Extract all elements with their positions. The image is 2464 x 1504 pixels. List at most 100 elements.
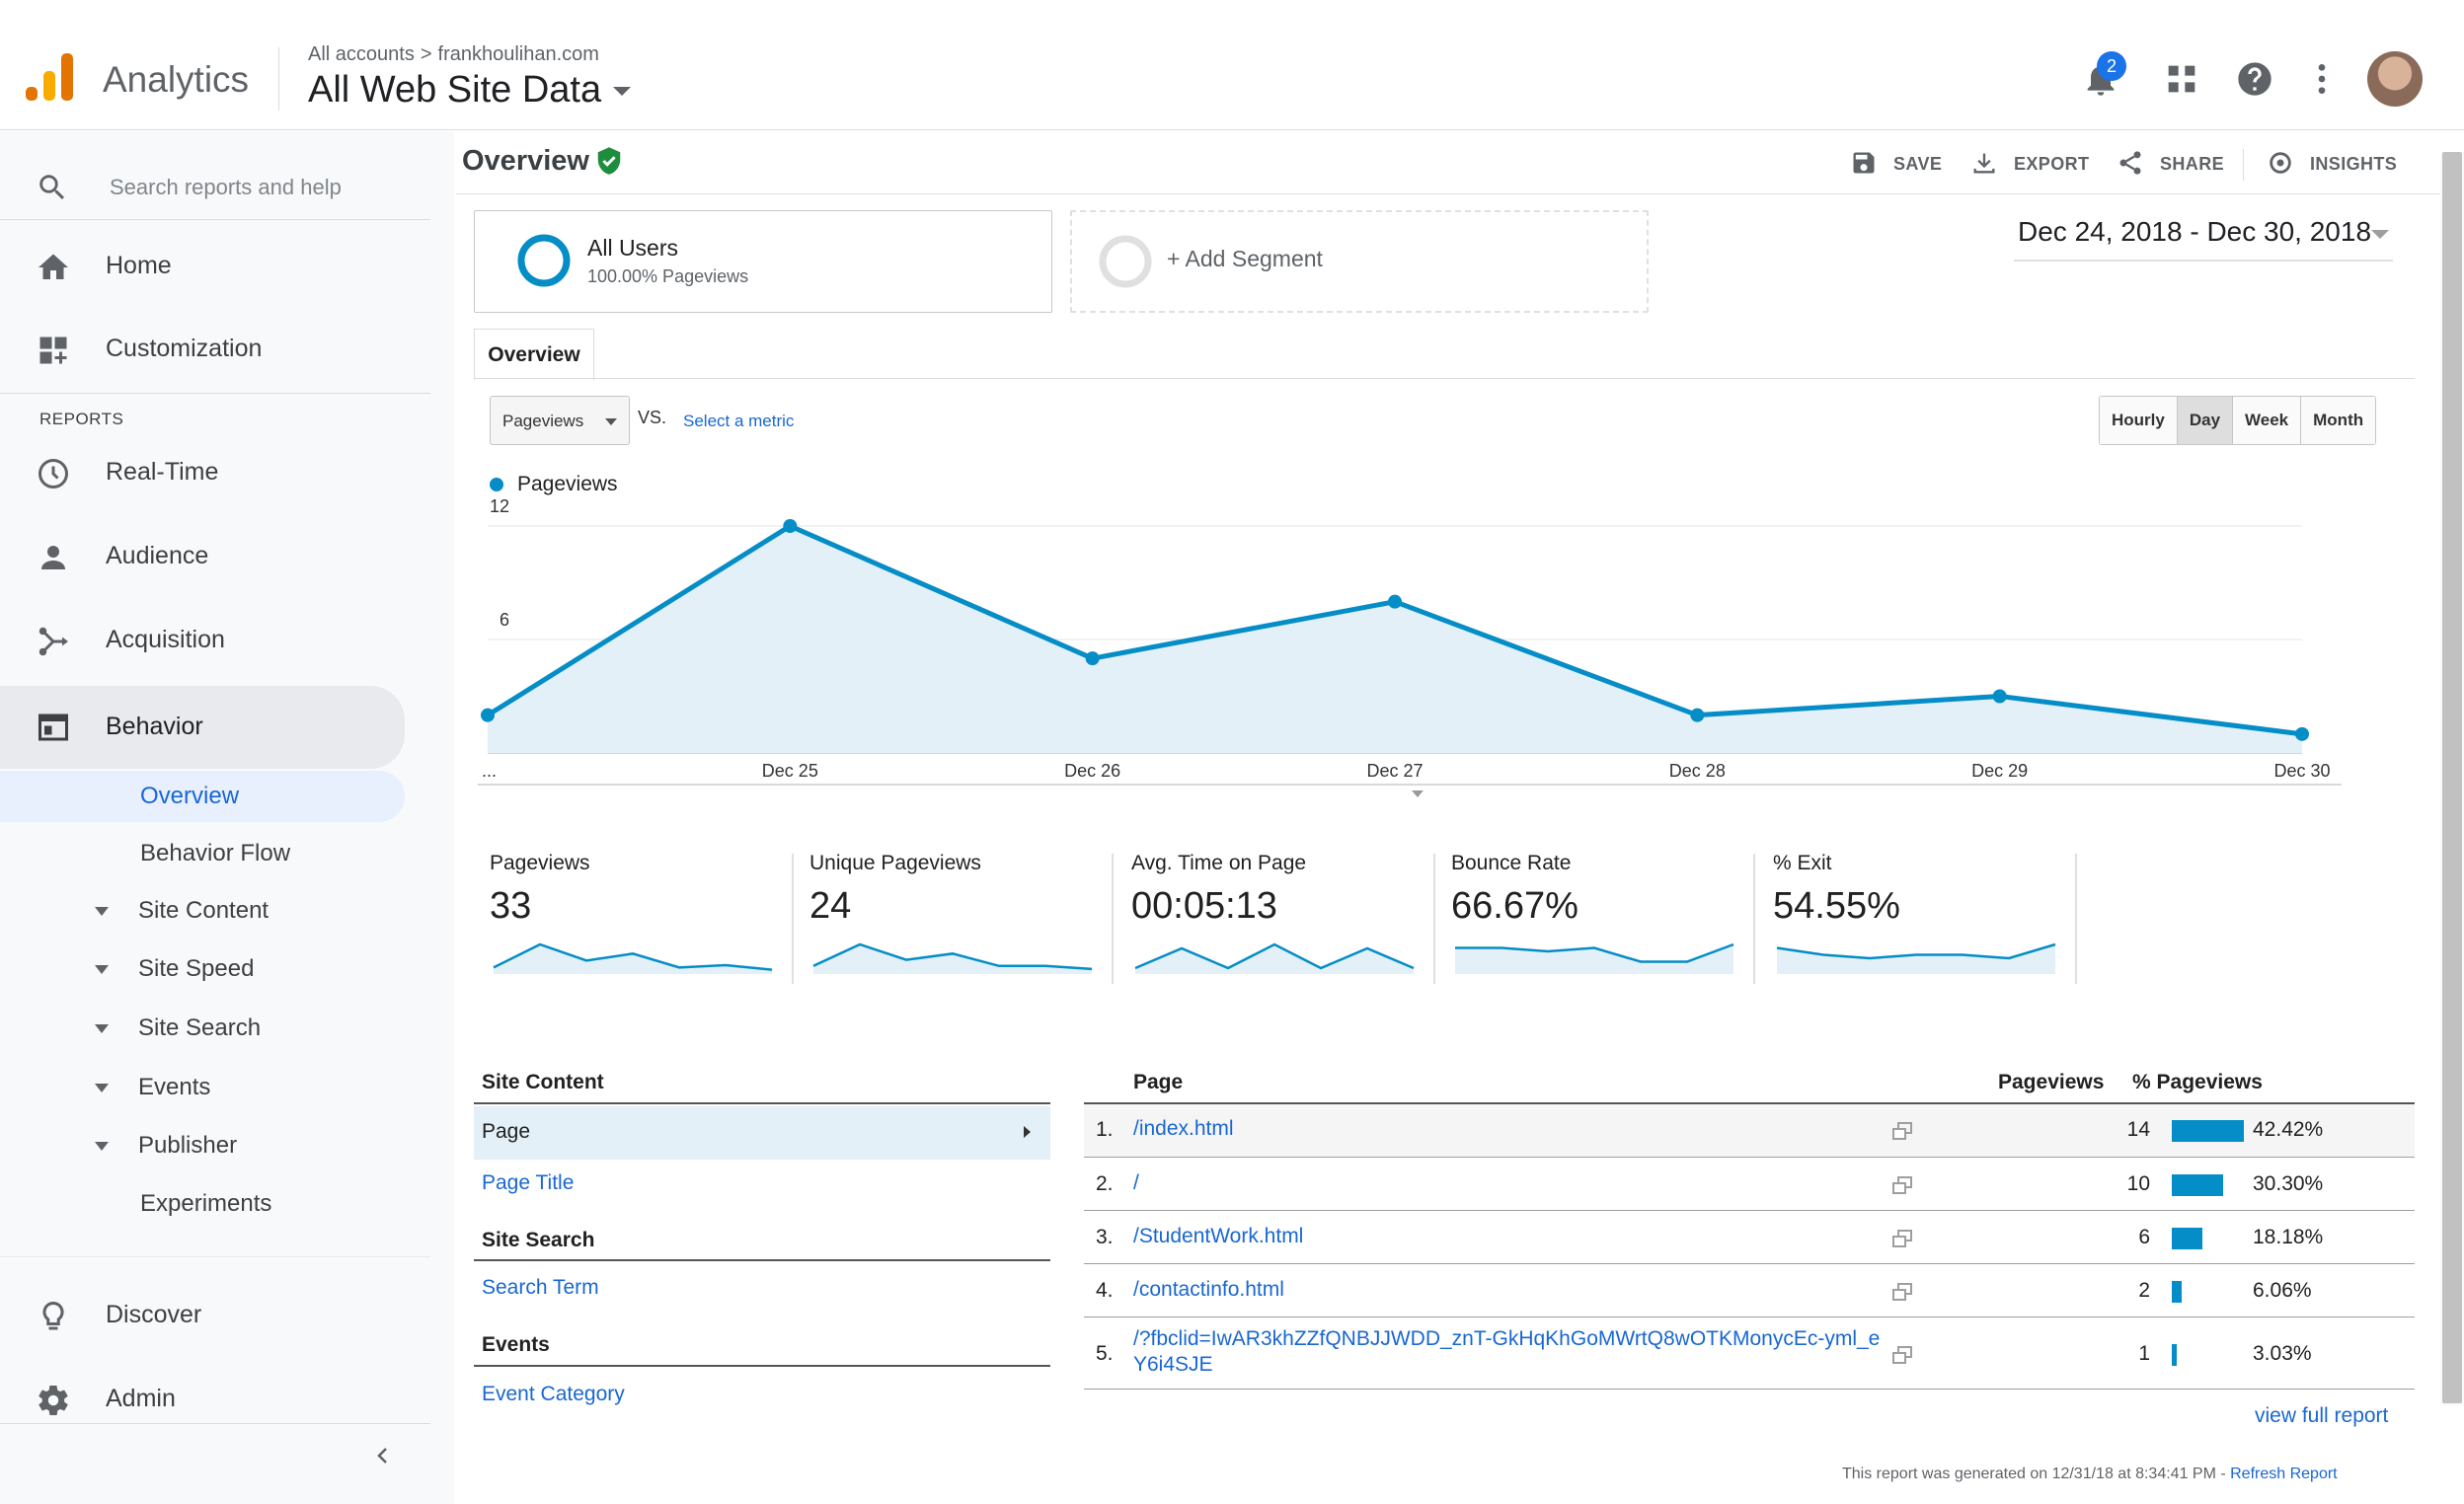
- dimension-page-title[interactable]: Page Title: [482, 1171, 574, 1195]
- breadcrumb[interactable]: All accounts > frankhoulihan.com: [308, 43, 605, 66]
- granularity-day[interactable]: Day: [2177, 397, 2234, 444]
- apps-grid-icon[interactable]: [2162, 59, 2201, 99]
- sparkline: [812, 942, 1093, 974]
- save-label: SAVE: [1893, 154, 1943, 174]
- dimension-page[interactable]: Page: [474, 1106, 1050, 1160]
- col-header-pageviews[interactable]: Pageviews: [1998, 1071, 2104, 1094]
- dimension-event-category[interactable]: Event Category: [482, 1383, 625, 1406]
- row-page-link[interactable]: /StudentWork.html: [1133, 1224, 1884, 1249]
- open-page-icon[interactable]: [1891, 1121, 1913, 1141]
- data-point[interactable]: [1992, 689, 2007, 704]
- breadcrumb-all-accounts[interactable]: All accounts: [308, 43, 415, 65]
- scorecard-divider: [1112, 854, 1114, 984]
- granularity-hourly[interactable]: Hourly: [2100, 397, 2178, 444]
- sidebar-sub-site-search[interactable]: Site Search: [0, 1003, 405, 1054]
- analytics-logo-icon[interactable]: [26, 53, 73, 101]
- refresh-report-link[interactable]: Refresh Report: [2230, 1466, 2338, 1482]
- tab-overview[interactable]: Overview: [474, 329, 594, 380]
- sidebar-sub-site-content[interactable]: Site Content: [0, 885, 405, 937]
- table-row[interactable]: 1. /index.html 14 42.42%: [1084, 1104, 2415, 1158]
- sidebar-item-label: Home: [106, 252, 172, 279]
- row-page-link[interactable]: /?fbclid=IwAR3khZZfQNBJJWDD_znT-GkHqKhGo…: [1133, 1326, 1884, 1378]
- row-page-link[interactable]: /index.html: [1133, 1116, 1884, 1142]
- row-pageviews: 10: [2126, 1172, 2150, 1195]
- sidebar-sub-experiments[interactable]: Experiments: [0, 1178, 405, 1230]
- open-page-icon[interactable]: [1891, 1175, 1913, 1195]
- sparkline: [1134, 942, 1415, 974]
- property-name: All Web Site Data: [308, 69, 602, 111]
- open-page-icon[interactable]: [1891, 1229, 1913, 1248]
- scorecard-bounce-rate[interactable]: Bounce Rate 66.67%: [1451, 852, 1767, 990]
- table-row[interactable]: 3. /StudentWork.html 6 18.18%: [1084, 1212, 2415, 1264]
- dimension-search-term[interactable]: Search Term: [482, 1276, 599, 1300]
- segment-name: All Users: [587, 235, 679, 261]
- view-full-report-link[interactable]: view full report: [2255, 1404, 2388, 1428]
- sidebar-item-customization[interactable]: Customization: [0, 315, 405, 384]
- sparkline-fill: [1777, 944, 2055, 974]
- dimension-page-label: Page: [482, 1120, 531, 1143]
- sidebar-search[interactable]: Search reports and help: [0, 151, 430, 220]
- insights-button[interactable]: INSIGHTS: [2267, 147, 2425, 181]
- segment-all-users[interactable]: All Users 100.00% Pageviews: [474, 210, 1052, 313]
- table-row[interactable]: 4. /contactinfo.html 2 6.06%: [1084, 1265, 2415, 1317]
- data-point[interactable]: [783, 519, 798, 533]
- select-metric-link[interactable]: Select a metric: [683, 412, 794, 431]
- data-point[interactable]: [1085, 651, 1100, 666]
- data-point[interactable]: [2295, 726, 2309, 741]
- sparkline-fill: [1135, 944, 1414, 974]
- sidebar-item-home[interactable]: Home: [0, 232, 405, 301]
- row-index: 5.: [1096, 1342, 1114, 1365]
- col-header-pct-pageviews[interactable]: % Pageviews: [2132, 1071, 2263, 1094]
- help-icon[interactable]: [2235, 59, 2274, 99]
- open-page-icon[interactable]: [1891, 1282, 1913, 1302]
- property-selector[interactable]: All Web Site Data: [308, 69, 632, 112]
- data-point[interactable]: [1388, 594, 1402, 609]
- date-range-picker[interactable]: Dec 24, 2018 - Dec 30, 2018: [2014, 216, 2393, 262]
- scorecard-pageviews[interactable]: Pageviews 33: [490, 852, 806, 990]
- x-tick-label: Dec 29: [1971, 761, 2028, 781]
- scrollbar-thumb[interactable]: [2442, 152, 2462, 1403]
- breadcrumb-account[interactable]: frankhoulihan.com: [438, 43, 599, 65]
- open-page-icon[interactable]: [1891, 1345, 1913, 1365]
- chevron-down-icon: [2371, 230, 2389, 239]
- scorecard-avg-time-on-page[interactable]: Avg. Time on Page 00:05:13: [1131, 852, 1447, 990]
- search-input[interactable]: Search reports and help: [110, 175, 342, 200]
- scorecard-unique-pageviews[interactable]: Unique Pageviews 24: [809, 852, 1125, 990]
- user-avatar[interactable]: [2367, 51, 2423, 107]
- table-rule: [474, 1365, 1050, 1367]
- data-point[interactable]: [481, 708, 495, 722]
- more-vert-icon[interactable]: [2302, 59, 2342, 99]
- sidebar-item-acquisition[interactable]: Acquisition: [0, 606, 405, 675]
- row-pageviews: 1: [2138, 1342, 2150, 1365]
- share-button[interactable]: SHARE: [2117, 147, 2235, 181]
- row-page-link[interactable]: /contactinfo.html: [1133, 1277, 1884, 1303]
- sidebar-item-label: Customization: [106, 335, 263, 362]
- sidebar-sub-events[interactable]: Events: [0, 1062, 405, 1113]
- sidebar-sub-site-speed[interactable]: Site Speed: [0, 943, 405, 995]
- sidebar-item-behavior[interactable]: Behavior: [0, 686, 405, 769]
- export-button[interactable]: EXPORT: [1970, 147, 2109, 181]
- scorecard-exit-rate[interactable]: % Exit 54.55%: [1773, 852, 2089, 990]
- data-point[interactable]: [1690, 708, 1705, 722]
- table-row[interactable]: 5. /?fbclid=IwAR3khZZfQNBJJWDD_znT-GkHqK…: [1084, 1318, 2415, 1390]
- granularity-month[interactable]: Month: [2301, 397, 2376, 444]
- sidebar-sub-overview[interactable]: Overview: [0, 771, 405, 822]
- table-rule: [474, 1102, 1050, 1104]
- row-page-link[interactable]: /: [1133, 1170, 1884, 1196]
- table-row[interactable]: 2. / 10 30.30%: [1084, 1159, 2415, 1211]
- x-tick-label: ...: [482, 761, 497, 781]
- sparkline: [1455, 942, 1734, 974]
- save-button[interactable]: SAVE: [1850, 147, 1968, 181]
- add-segment-button[interactable]: + Add Segment: [1070, 210, 1649, 313]
- sidebar-item-audience[interactable]: Audience: [0, 522, 405, 591]
- sidebar-item-realtime[interactable]: Real-Time: [0, 438, 405, 507]
- metric-dropdown-value: Pageviews: [502, 412, 584, 430]
- sidebar-item-discover[interactable]: Discover: [0, 1281, 405, 1350]
- granularity-week[interactable]: Week: [2233, 397, 2302, 444]
- sidebar-sub-publisher[interactable]: Publisher: [0, 1120, 405, 1171]
- collapse-chevron-left-icon[interactable]: [371, 1444, 395, 1467]
- sidebar-item-label: Discover: [106, 1301, 202, 1328]
- chart-expand-handle-icon[interactable]: [1412, 790, 1424, 797]
- metric-dropdown[interactable]: Pageviews: [490, 396, 630, 445]
- sidebar-sub-behavior-flow[interactable]: Behavior Flow: [0, 828, 405, 879]
